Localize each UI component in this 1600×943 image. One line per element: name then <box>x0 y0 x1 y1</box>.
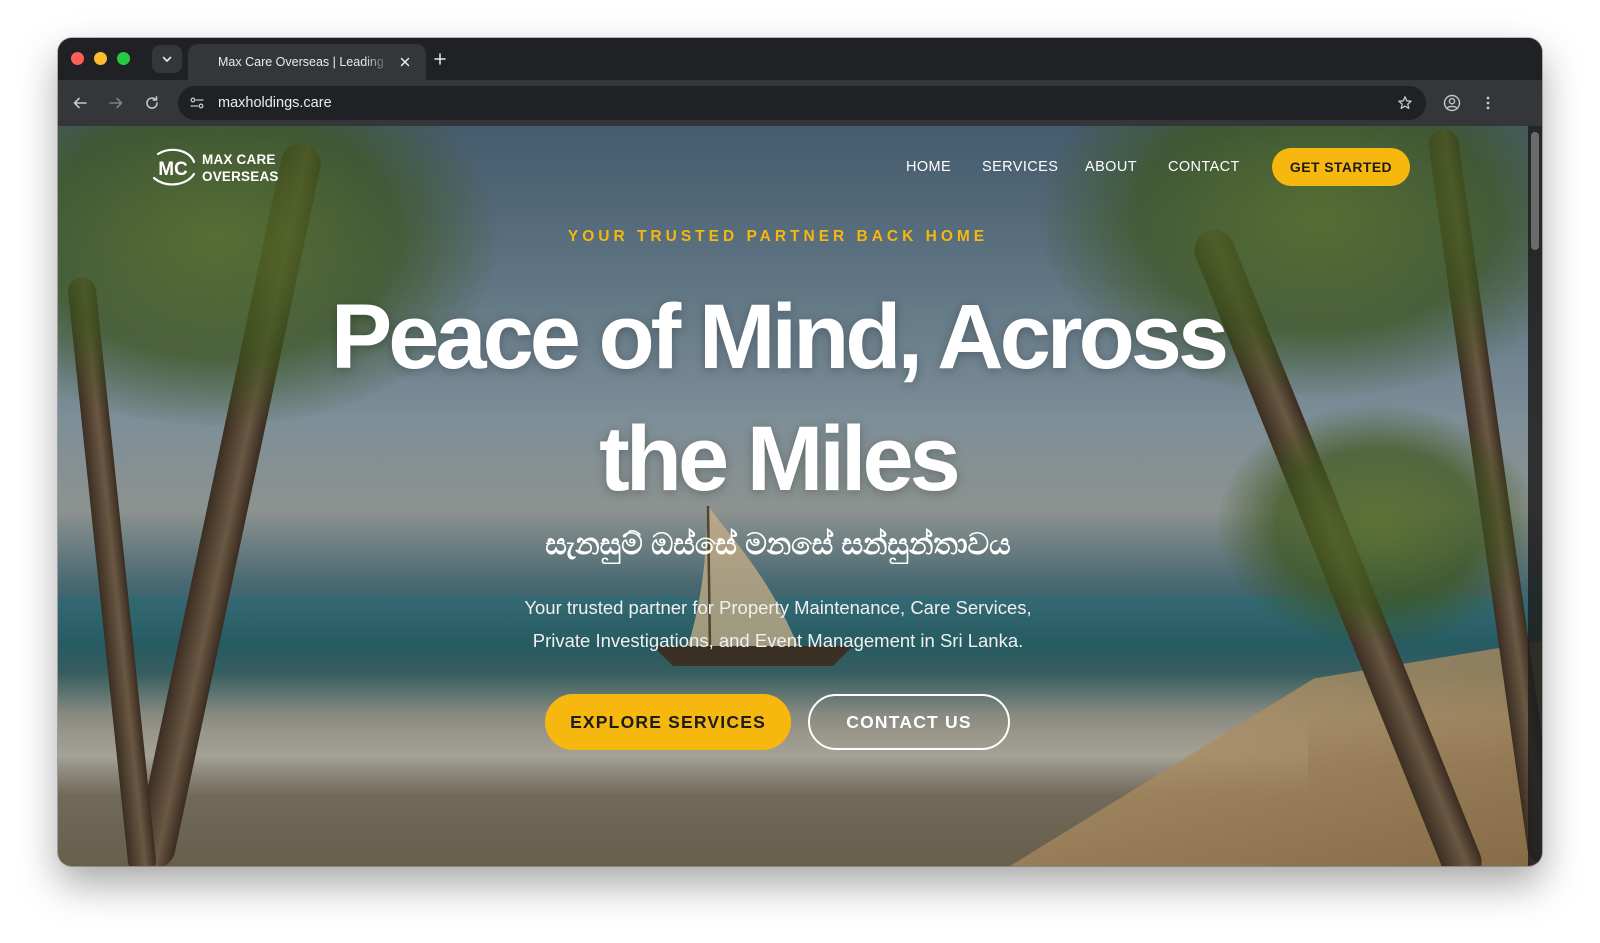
hero-eyebrow: YOUR TRUSTED PARTNER BACK HOME <box>567 228 989 245</box>
get-started-button[interactable]: GET STARTED <box>1272 148 1410 186</box>
reload-icon <box>146 96 158 109</box>
browser-tab[interactable]: Max Care Overseas | Leading <box>188 44 426 80</box>
plus-icon <box>434 53 446 65</box>
nav-home-link[interactable]: HOME <box>906 159 951 175</box>
address-bar[interactable]: maxholdings.care <box>178 86 1426 120</box>
contact-us-button[interactable]: CONTACT US <box>808 694 1010 750</box>
hero-headline-line-1: Peace of Mind, Across <box>330 286 1229 388</box>
page-scrollbar[interactable] <box>1528 126 1542 866</box>
back-button[interactable] <box>70 93 90 113</box>
page-viewport: MC MAX CARE OVERSEAS HOME SERVICES ABOUT… <box>58 126 1542 866</box>
minimize-window-button[interactable] <box>94 52 107 65</box>
hero-sinhala-tagline: සැනසුම් ඔස්සේ මනසේ සන්සුන්තාවය <box>545 528 1011 561</box>
site-info-button[interactable] <box>188 94 206 112</box>
close-icon <box>400 57 410 67</box>
profile-icon <box>1443 94 1461 112</box>
bookmark-button[interactable] <box>1396 94 1414 112</box>
forward-icon <box>109 97 123 109</box>
chevron-down-icon <box>162 56 172 62</box>
forward-button[interactable] <box>106 93 126 113</box>
logo-monogram: MC <box>158 159 188 180</box>
maximize-window-button[interactable] <box>117 52 130 65</box>
tab-close-button[interactable] <box>396 53 414 71</box>
logo-wordmark: MAX CARE OVERSEAS <box>202 151 279 185</box>
tab-title: Max Care Overseas | Leading <box>218 55 384 69</box>
site-info-icon <box>190 97 204 109</box>
star-icon <box>1398 96 1412 110</box>
nav-contact-link[interactable]: CONTACT <box>1168 159 1240 175</box>
hero-subtitle-line-2: Private Investigations, and Event Manage… <box>532 630 1024 651</box>
explore-services-button[interactable]: EXPLORE SERVICES <box>545 694 791 750</box>
new-tab-button[interactable] <box>430 49 450 69</box>
browser-menu-button[interactable] <box>1478 93 1498 113</box>
url-text: maxholdings.care <box>218 95 332 111</box>
logo-line-1: MAX CARE <box>202 152 276 167</box>
hero-headline-line-2: the Miles <box>599 408 961 510</box>
scrollbar-thumb[interactable] <box>1531 132 1539 250</box>
reload-button[interactable] <box>142 93 162 113</box>
tab-search-button[interactable] <box>152 45 182 73</box>
site-logo[interactable]: MC MAX CARE OVERSEAS <box>150 146 290 190</box>
back-icon <box>73 97 87 109</box>
tab-strip: Max Care Overseas | Leading <box>58 38 1542 80</box>
close-window-button[interactable] <box>71 52 84 65</box>
nav-services-link[interactable]: SERVICES <box>982 159 1058 175</box>
logo-mark-icon: MC <box>152 148 196 186</box>
profile-button[interactable] <box>1442 93 1462 113</box>
browser-window: Max Care Overseas | Leading maxholdings.… <box>58 38 1542 866</box>
nav-about-link[interactable]: ABOUT <box>1085 159 1137 175</box>
logo-line-2: OVERSEAS <box>202 169 279 184</box>
hero-subtitle-line-1: Your trusted partner for Property Mainte… <box>524 597 1032 618</box>
hero-subtitle: Your trusted partner for Property Mainte… <box>488 591 1068 657</box>
browser-toolbar: maxholdings.care <box>58 80 1542 126</box>
hero-headline: Peace of Mind, Across the Miles <box>258 276 1298 520</box>
menu-icon <box>1486 96 1490 110</box>
